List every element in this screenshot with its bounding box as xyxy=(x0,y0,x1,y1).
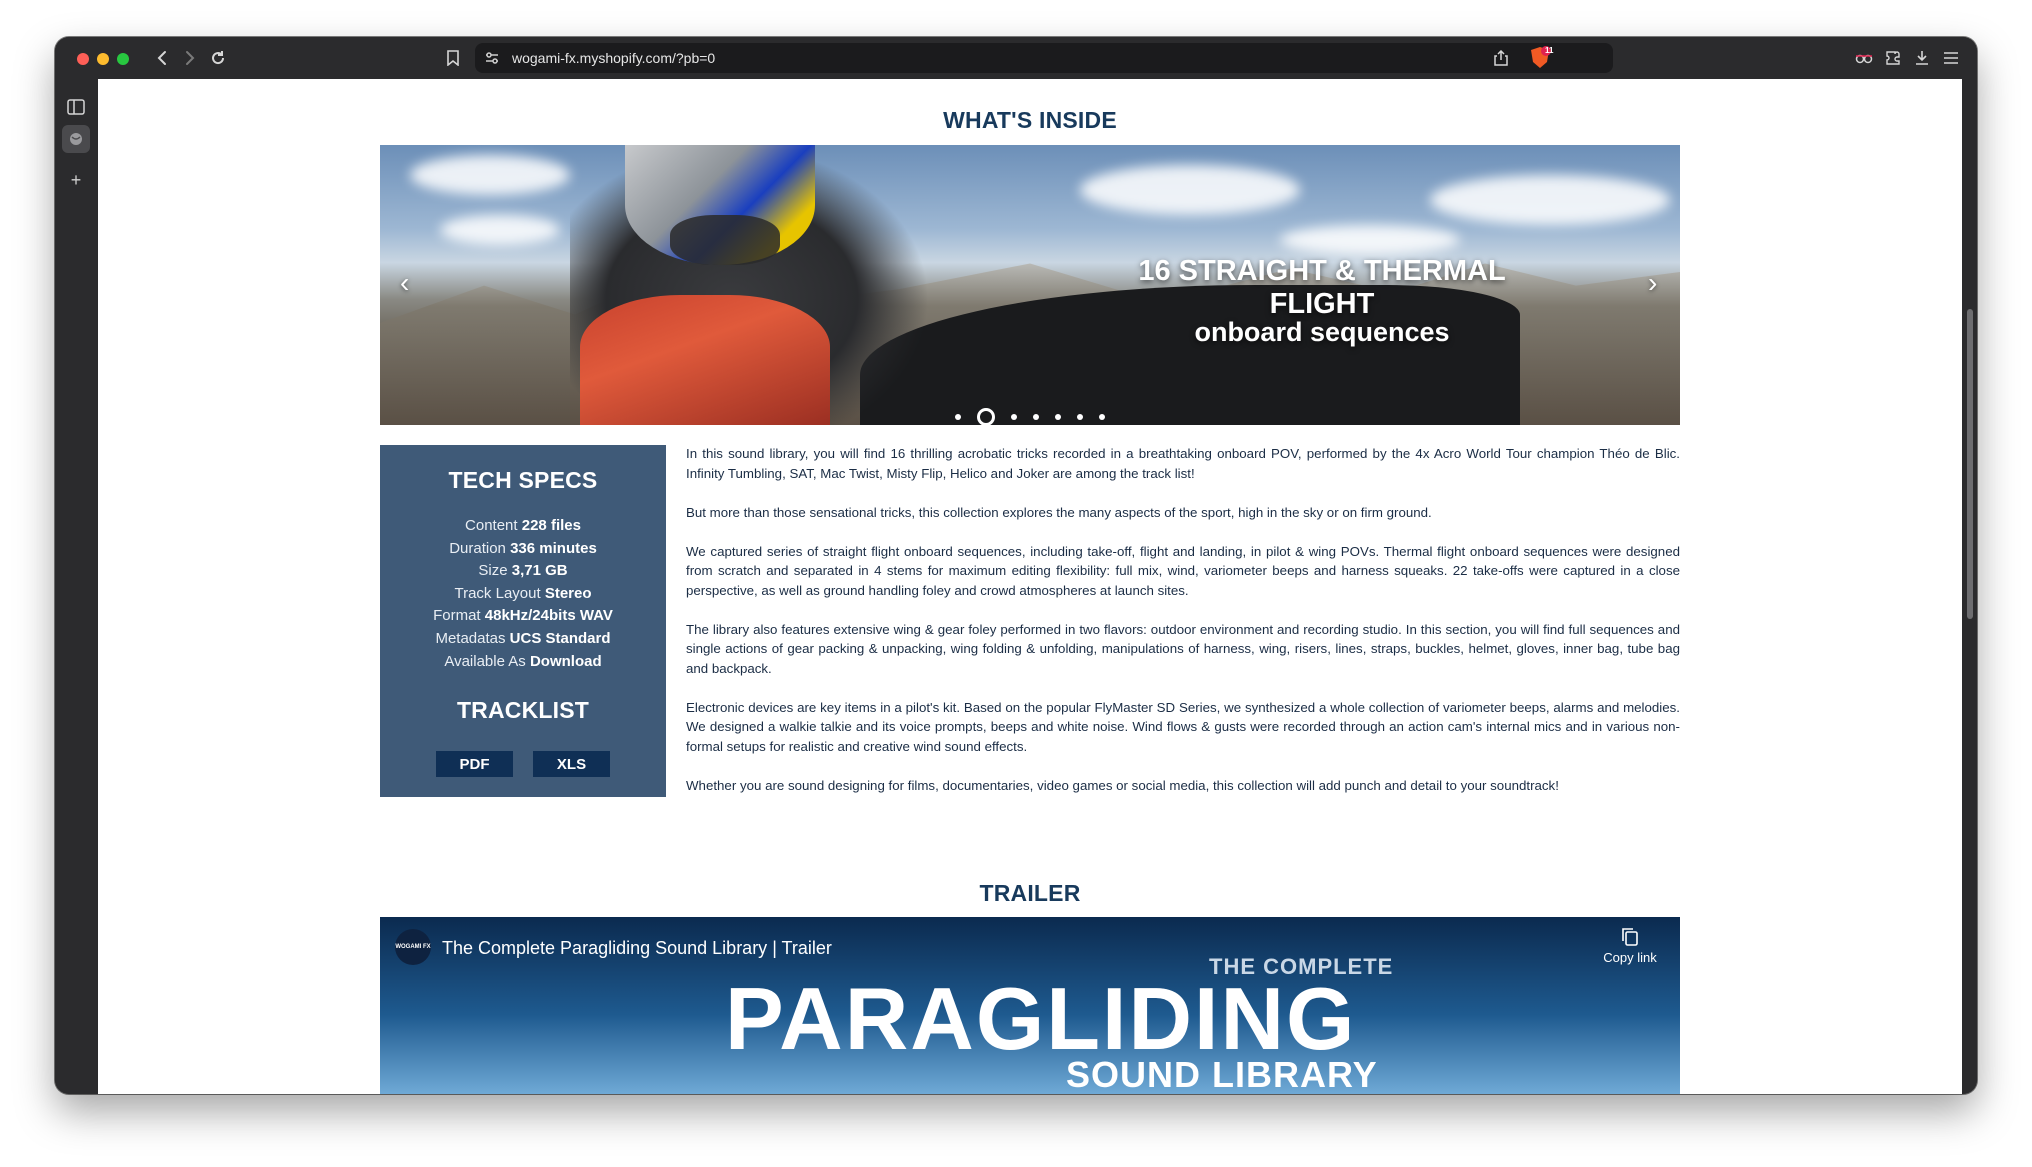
spec-label: Size xyxy=(478,562,508,580)
description-paragraph: But more than those sensational tricks, … xyxy=(686,504,1432,520)
tracklist-title: TRACKLIST xyxy=(456,697,590,724)
tech-specs-list: Content 228 files Duration 336 minutes Siz… xyxy=(380,515,666,673)
carousel-dot[interactable] xyxy=(1011,414,1017,420)
spec-row: Metadatas UCS Standard xyxy=(380,628,666,651)
description-paragraph: We captured series of straight flight on… xyxy=(686,543,1680,598)
spec-label: Format xyxy=(433,607,481,625)
sidebar-toggle-icon[interactable] xyxy=(65,96,87,118)
copy-icon xyxy=(1622,928,1638,946)
minimize-window-button[interactable] xyxy=(97,53,109,65)
site-info-icon[interactable] xyxy=(483,49,501,67)
carousel-next-icon[interactable]: › xyxy=(1648,269,1657,297)
menu-icon[interactable] xyxy=(1940,47,1962,69)
description-paragraph: Electronic devices are key items in a pi… xyxy=(686,699,1680,754)
downloads-icon[interactable] xyxy=(1911,47,1933,69)
spec-row: Format 48kHz/24bits WAV xyxy=(380,605,666,628)
carousel-prev-icon[interactable]: ‹ xyxy=(400,269,409,297)
carousel-dot[interactable] xyxy=(977,408,995,425)
spec-row: Track Layout Stereo xyxy=(380,583,666,606)
spec-row: Duration 336 minutes xyxy=(380,538,666,561)
hero-carousel[interactable]: 16 STRAIGHT & THERMAL FLIGHT onboard seq… xyxy=(380,145,1680,425)
tracklist-xls-button[interactable]: XLS xyxy=(533,751,610,777)
channel-logo[interactable]: WOGAMI FX xyxy=(395,929,431,965)
spec-value: 48kHz/24bits WAV xyxy=(484,607,613,625)
carousel-dot[interactable] xyxy=(1033,414,1039,420)
browser-toolbar: wogami-fx.myshopify.com/?pb=0 11 xyxy=(55,37,1977,79)
description-paragraph: The library also features extensive wing… xyxy=(686,621,1680,676)
spec-value: 228 files xyxy=(521,517,581,534)
spec-value: Download xyxy=(529,652,602,670)
carousel-dot[interactable] xyxy=(955,414,961,420)
spec-value: Stereo xyxy=(544,584,592,602)
trailer-title: TRAILER xyxy=(979,880,1081,906)
share-icon[interactable] xyxy=(1491,47,1511,69)
browser-window: wogami-fx.myshopify.com/?pb=0 11 + WHAT'… xyxy=(55,37,1977,1094)
bookmark-icon[interactable] xyxy=(443,47,463,69)
tab-favicon-icon[interactable] xyxy=(62,125,90,153)
thumbnail-line3: SOUND LIBRARY xyxy=(1066,1054,1378,1094)
zoom-window-button[interactable] xyxy=(117,53,129,65)
spec-label: Duration xyxy=(449,539,506,557)
spec-value: UCS Standard xyxy=(509,629,611,647)
tech-specs-title: TECH SPECS xyxy=(448,467,598,493)
tech-specs-panel: TECH SPECS Content 228 files Duration 336… xyxy=(380,445,666,797)
shield-count-badge: 11 xyxy=(1545,46,1554,55)
thumbnail-line2: PARAGLIDING xyxy=(725,969,1357,1068)
carousel-dot[interactable] xyxy=(1055,414,1061,420)
vpn-icon[interactable] xyxy=(1853,47,1875,69)
back-icon[interactable] xyxy=(151,47,173,69)
spec-row: Content 228 files xyxy=(380,515,666,538)
video-title[interactable]: The Complete Paragliding Sound Library |… xyxy=(442,938,832,959)
close-window-button[interactable] xyxy=(77,53,89,65)
forward-icon[interactable] xyxy=(179,47,201,69)
web-page: WHAT'S INSIDE 16 STRAIGHT & THERMAL FLIG… xyxy=(98,79,1962,1094)
hero-caption-line1: 16 STRAIGHT & THERMAL FLIGHT xyxy=(1138,255,1506,320)
extensions-icon[interactable] xyxy=(1882,47,1904,69)
browser-sidebar: + xyxy=(55,79,97,1094)
spec-row: Size 3,71 GB xyxy=(380,560,666,583)
page-scrollbar[interactable] xyxy=(1964,79,1977,1094)
whats-inside-title: WHAT'S INSIDE xyxy=(943,107,1117,133)
url-text[interactable]: wogami-fx.myshopify.com/?pb=0 xyxy=(512,50,715,66)
product-description: In this sound library, you will find 16 … xyxy=(686,444,1680,815)
carousel-dot[interactable] xyxy=(1099,414,1105,420)
hero-caption: 16 STRAIGHT & THERMAL FLIGHT onboard seq… xyxy=(1122,255,1522,348)
copy-link-label: Copy link xyxy=(1603,950,1657,965)
scrollbar-thumb[interactable] xyxy=(1967,309,1973,619)
spec-value: 3,71 GB xyxy=(511,562,568,580)
carousel-dot[interactable] xyxy=(1077,414,1083,420)
reload-icon[interactable] xyxy=(207,47,229,69)
copy-link-button[interactable]: Copy link xyxy=(1590,927,1670,965)
new-tab-icon[interactable]: + xyxy=(65,169,87,191)
description-paragraph: In this sound library, you will find 16 … xyxy=(686,446,1680,481)
spec-label: Metadatas xyxy=(435,629,506,647)
trailer-video-embed[interactable]: WOGAMI FX The Complete Paragliding Sound… xyxy=(380,917,1680,1094)
spec-row: Available As Download xyxy=(380,651,666,674)
spec-label: Available As xyxy=(444,652,526,670)
spec-value: 336 minutes xyxy=(510,539,597,557)
pilot-image xyxy=(580,295,830,425)
carousel-dots xyxy=(380,408,1680,425)
spec-label: Content xyxy=(465,517,518,534)
tracklist-pdf-button[interactable]: PDF xyxy=(436,751,513,777)
description-paragraph: Whether you are sound designing for film… xyxy=(686,777,1559,793)
hero-caption-line2: onboard sequences xyxy=(1194,317,1450,347)
spec-label: Track Layout xyxy=(454,584,541,602)
